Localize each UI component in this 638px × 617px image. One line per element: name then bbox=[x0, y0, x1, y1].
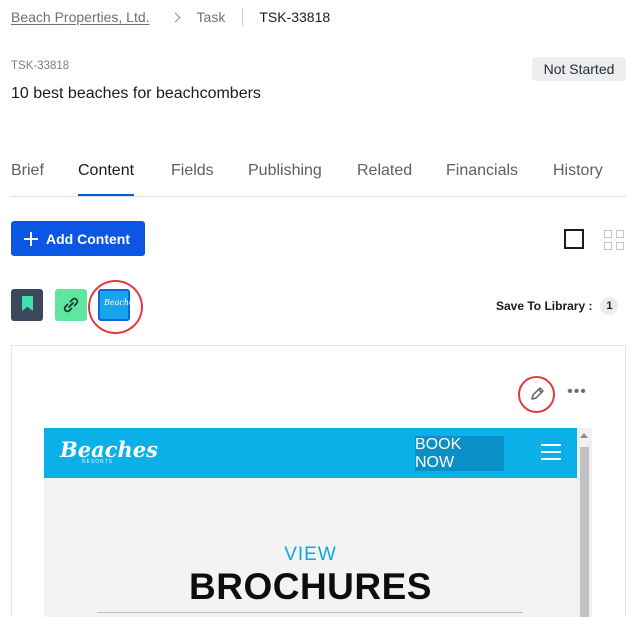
preview-logo-subtitle: RESORTS bbox=[82, 459, 114, 465]
library-count-badge: 1 bbox=[600, 297, 619, 315]
highlight-ring bbox=[518, 376, 555, 413]
breadcrumb-divider bbox=[242, 8, 244, 26]
scroll-up-arrow-icon[interactable] bbox=[580, 433, 588, 438]
bookmark-icon bbox=[22, 296, 33, 311]
attachment-bookmark[interactable] bbox=[11, 289, 43, 321]
book-now-button[interactable]: BOOK NOW bbox=[415, 436, 504, 471]
breadcrumb-section: Task bbox=[196, 9, 226, 25]
breadcrumb: Beach Properties, Ltd. Task TSK-33818 bbox=[11, 8, 330, 26]
status-badge[interactable]: Not Started bbox=[532, 57, 626, 81]
page-title: 10 best beaches for beachcombers bbox=[11, 85, 261, 102]
task-code: TSK-33818 bbox=[11, 60, 70, 72]
save-to-library[interactable]: Save To Library : 1 bbox=[496, 297, 619, 315]
tab-financials[interactable]: Financials bbox=[446, 162, 518, 196]
save-to-library-label: Save To Library : bbox=[496, 299, 593, 313]
scrollbar-thumb[interactable] bbox=[580, 447, 589, 617]
tab-content[interactable]: Content bbox=[78, 162, 135, 196]
grid-view-icon[interactable] bbox=[604, 230, 624, 250]
grid-cell bbox=[604, 242, 612, 250]
tab-brief[interactable]: Brief bbox=[11, 162, 44, 196]
tab-publishing[interactable]: Publishing bbox=[248, 162, 322, 196]
breadcrumb-org-link[interactable]: Beach Properties, Ltd. bbox=[11, 9, 150, 25]
attachment-link[interactable] bbox=[55, 289, 87, 321]
add-content-label: Add Content bbox=[46, 230, 130, 247]
tab-fields[interactable]: Fields bbox=[171, 162, 214, 196]
breadcrumb-task-id: TSK-33818 bbox=[259, 9, 331, 25]
more-options-icon[interactable]: ••• bbox=[566, 384, 588, 403]
grid-cell bbox=[616, 230, 624, 238]
add-content-button[interactable]: Add Content bbox=[11, 221, 145, 256]
hamburger-menu-icon[interactable] bbox=[541, 443, 561, 461]
preview-scrollbar[interactable] bbox=[577, 428, 592, 617]
preview-header: Beaches RESORTS BOOK NOW bbox=[44, 428, 577, 478]
plus-icon bbox=[24, 231, 38, 246]
preview-body: VIEW BROCHURES bbox=[44, 478, 577, 617]
grid-cell bbox=[604, 230, 612, 238]
link-icon bbox=[63, 297, 79, 313]
chevron-right-icon bbox=[170, 12, 180, 22]
single-view-icon[interactable] bbox=[564, 229, 584, 249]
content-preview[interactable]: Beaches RESORTS BOOK NOW VIEW BROCHURES bbox=[44, 428, 592, 617]
tab-bar: Brief Content Fields Publishing Related … bbox=[11, 160, 626, 197]
grid-cell bbox=[616, 242, 624, 250]
preview-headline: BROCHURES bbox=[189, 566, 432, 607]
tab-history[interactable]: History bbox=[553, 162, 603, 196]
preview-divider bbox=[97, 612, 523, 613]
tab-related[interactable]: Related bbox=[357, 162, 412, 196]
highlight-ring bbox=[88, 280, 143, 334]
preview-view-text: VIEW bbox=[284, 544, 337, 565]
